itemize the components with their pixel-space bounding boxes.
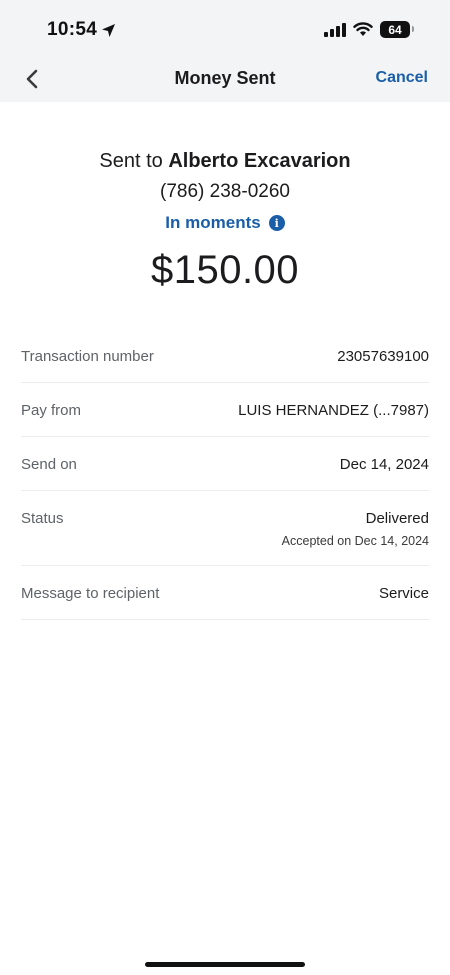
status-value-group: Delivered Accepted on Dec 14, 2024 (282, 510, 429, 548)
top-area: 10:54 64 Money Sent Cancel (0, 0, 450, 102)
battery-icon: 64 (380, 21, 414, 38)
detail-row-message: Message to recipient Service (21, 566, 429, 620)
detail-value: Service (378, 585, 429, 602)
delivery-eta[interactable]: In moments i (165, 213, 285, 233)
recipient-name: Alberto Excavarion (168, 150, 351, 172)
transaction-details: Transaction number 23057639100 Pay from … (0, 329, 450, 620)
sent-to-prefix: Sent to (99, 150, 169, 172)
detail-label: Pay from (21, 402, 82, 419)
cellular-signal-icon (324, 22, 346, 37)
location-arrow-icon (102, 23, 116, 37)
status-time: 10:54 (47, 19, 116, 41)
detail-label: Transaction number (21, 348, 154, 365)
nav-bar: Money Sent Cancel (0, 58, 450, 102)
status-badge: Delivered (365, 510, 429, 527)
time-text: 10:54 (47, 19, 98, 40)
wifi-icon (353, 22, 373, 36)
detail-value: 23057639100 (337, 348, 429, 365)
battery-level: 64 (388, 22, 402, 37)
detail-value: Dec 14, 2024 (339, 456, 429, 473)
detail-row-pay-from: Pay from LUIS HERNANDEZ (...7987) (21, 383, 429, 437)
detail-label: Message to recipient (21, 585, 160, 602)
status-icons: 64 (324, 21, 414, 38)
info-icon[interactable]: i (268, 215, 285, 231)
eta-text: In moments (165, 213, 261, 232)
recipient-phone: (786) 238-0260 (160, 181, 290, 202)
transfer-summary: Sent to Alberto Excavarion (786) 238-026… (0, 102, 450, 293)
cancel-button[interactable]: Cancel (376, 69, 428, 87)
detail-row-send-on: Send on Dec 14, 2024 (21, 437, 429, 491)
detail-row-transaction-number: Transaction number 23057639100 (21, 329, 429, 383)
sent-to-line: Sent to Alberto Excavarion (0, 150, 450, 173)
home-indicator[interactable] (145, 962, 305, 967)
detail-row-status: Status Delivered Accepted on Dec 14, 202… (21, 491, 429, 566)
detail-label: Status (21, 510, 64, 527)
status-bar: 10:54 64 (0, 0, 450, 58)
detail-value: LUIS HERNANDEZ (...7987) (238, 402, 429, 419)
amount: $150.00 (150, 248, 300, 292)
status-accepted-date: Accepted on Dec 14, 2024 (281, 534, 429, 548)
detail-label: Send on (21, 456, 77, 473)
